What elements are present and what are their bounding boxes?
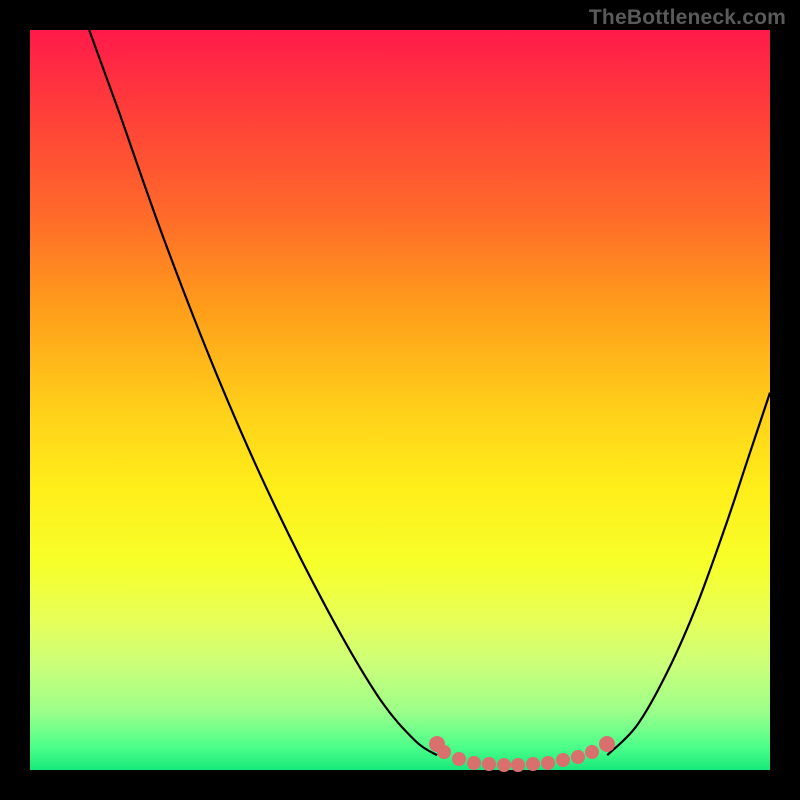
chart-plot-area (30, 30, 770, 770)
optimal-marker (585, 745, 599, 759)
optimal-marker (452, 752, 466, 766)
optimal-marker (497, 758, 511, 772)
curve-left-branch (89, 30, 437, 755)
optimal-marker (571, 750, 585, 764)
optimal-marker (541, 756, 555, 770)
optimal-marker (437, 745, 451, 759)
curve-right-branch (607, 393, 770, 756)
chart-curves-svg (30, 30, 770, 770)
optimal-marker (556, 753, 570, 767)
optimal-marker (467, 756, 481, 770)
optimal-marker (511, 758, 525, 772)
optimal-marker (599, 736, 615, 752)
optimal-marker (526, 757, 540, 771)
watermark-text: TheBottleneck.com (589, 6, 786, 30)
optimal-marker (482, 757, 496, 771)
